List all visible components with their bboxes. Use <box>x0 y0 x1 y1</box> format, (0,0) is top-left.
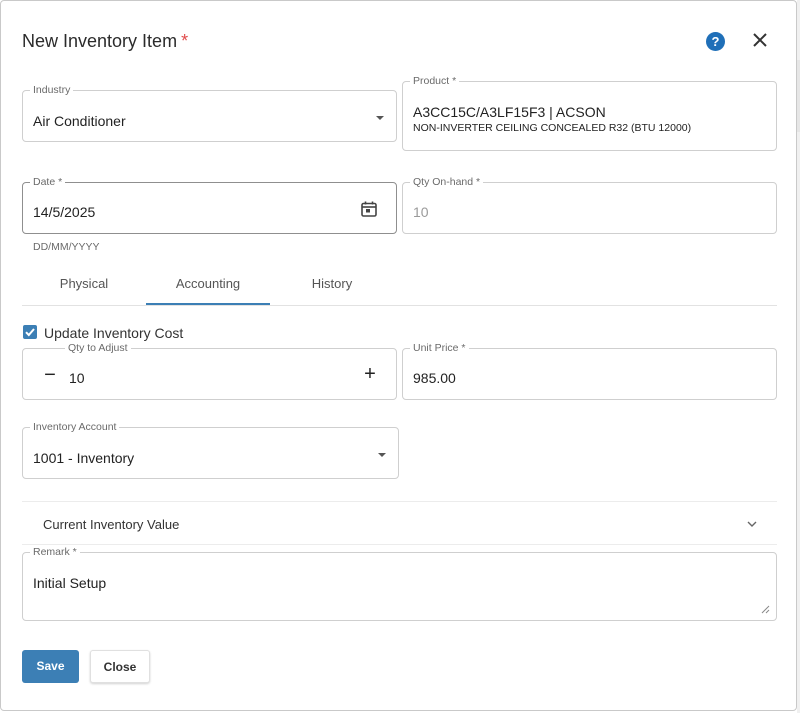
industry-value: Air Conditioner <box>33 113 126 129</box>
date-value: 14/5/2025 <box>33 204 96 220</box>
qty-on-hand-field: Qty On-hand * 10 <box>402 176 777 234</box>
required-marker: * <box>181 31 189 51</box>
dialog-title: New Inventory Item * <box>22 31 188 52</box>
unit-price-field[interactable]: Unit Price * 985.00 <box>402 342 777 400</box>
tab-history[interactable]: History <box>270 266 394 305</box>
update-inventory-cost-label: Update Inventory Cost <box>44 325 184 341</box>
help-circle-icon[interactable]: ? <box>706 32 725 51</box>
qty-to-adjust-label: Qty to Adjust <box>65 342 131 354</box>
chevron-down-icon <box>747 521 757 527</box>
tab-accounting[interactable]: Accounting <box>146 266 270 305</box>
remark-textarea[interactable]: Remark * Initial Setup <box>22 546 777 621</box>
product-label: Product * <box>410 75 460 87</box>
qty-on-hand-value: 10 <box>413 204 429 220</box>
product-description: NON-INVERTER CEILING CONCEALED R32 (BTU … <box>413 122 692 134</box>
inventory-account-select[interactable]: Inventory Account 1001 - Inventory <box>22 421 399 479</box>
qty-to-adjust-stepper: Qty to Adjust − 10 + <box>22 342 397 400</box>
tab-physical[interactable]: Physical <box>22 266 146 305</box>
update-inventory-cost-checkbox[interactable] <box>23 325 37 339</box>
current-inventory-value-label: Current Inventory Value <box>43 517 180 532</box>
dialog-title-text: New Inventory Item <box>22 31 178 51</box>
calendar-icon[interactable] <box>360 200 378 218</box>
minus-icon[interactable]: − <box>40 365 60 386</box>
date-label: Date * <box>30 176 66 188</box>
product-field[interactable]: Product * A3CC15C/A3LF15F3 | ACSON NON-I… <box>402 75 777 151</box>
new-inventory-item-dialog: New Inventory Item * ? Industry Air Condi… <box>0 0 797 711</box>
close-icon[interactable] <box>749 29 771 51</box>
remark-value: Initial Setup <box>33 575 107 591</box>
tab-bar: Physical Accounting History <box>22 266 777 306</box>
save-button[interactable]: Save <box>22 650 79 683</box>
remark-label: Remark * <box>30 546 80 558</box>
resize-grip-icon[interactable] <box>761 605 770 614</box>
date-field[interactable]: Date * 14/5/2025 <box>22 176 397 234</box>
unit-price-label: Unit Price * <box>410 342 469 354</box>
product-value: A3CC15C/A3LF15F3 | ACSON <box>413 104 606 120</box>
caret-down-icon <box>376 116 384 120</box>
industry-label: Industry <box>30 84 74 96</box>
inventory-account-value: 1001 - Inventory <box>33 450 135 466</box>
caret-down-icon <box>378 453 386 457</box>
inventory-account-label: Inventory Account <box>30 421 120 433</box>
qty-on-hand-label: Qty On-hand * <box>410 176 484 188</box>
current-inventory-value-expander[interactable]: Current Inventory Value <box>22 501 777 545</box>
checkbox-checked-icon <box>25 328 35 337</box>
qty-to-adjust-value[interactable]: 10 <box>69 370 85 386</box>
date-format-hint: DD/MM/YYYY <box>33 241 100 253</box>
industry-select[interactable]: Industry Air Conditioner <box>22 84 397 142</box>
unit-price-value: 985.00 <box>413 370 456 386</box>
plus-icon[interactable]: + <box>360 364 380 385</box>
close-button[interactable]: Close <box>90 650 150 683</box>
